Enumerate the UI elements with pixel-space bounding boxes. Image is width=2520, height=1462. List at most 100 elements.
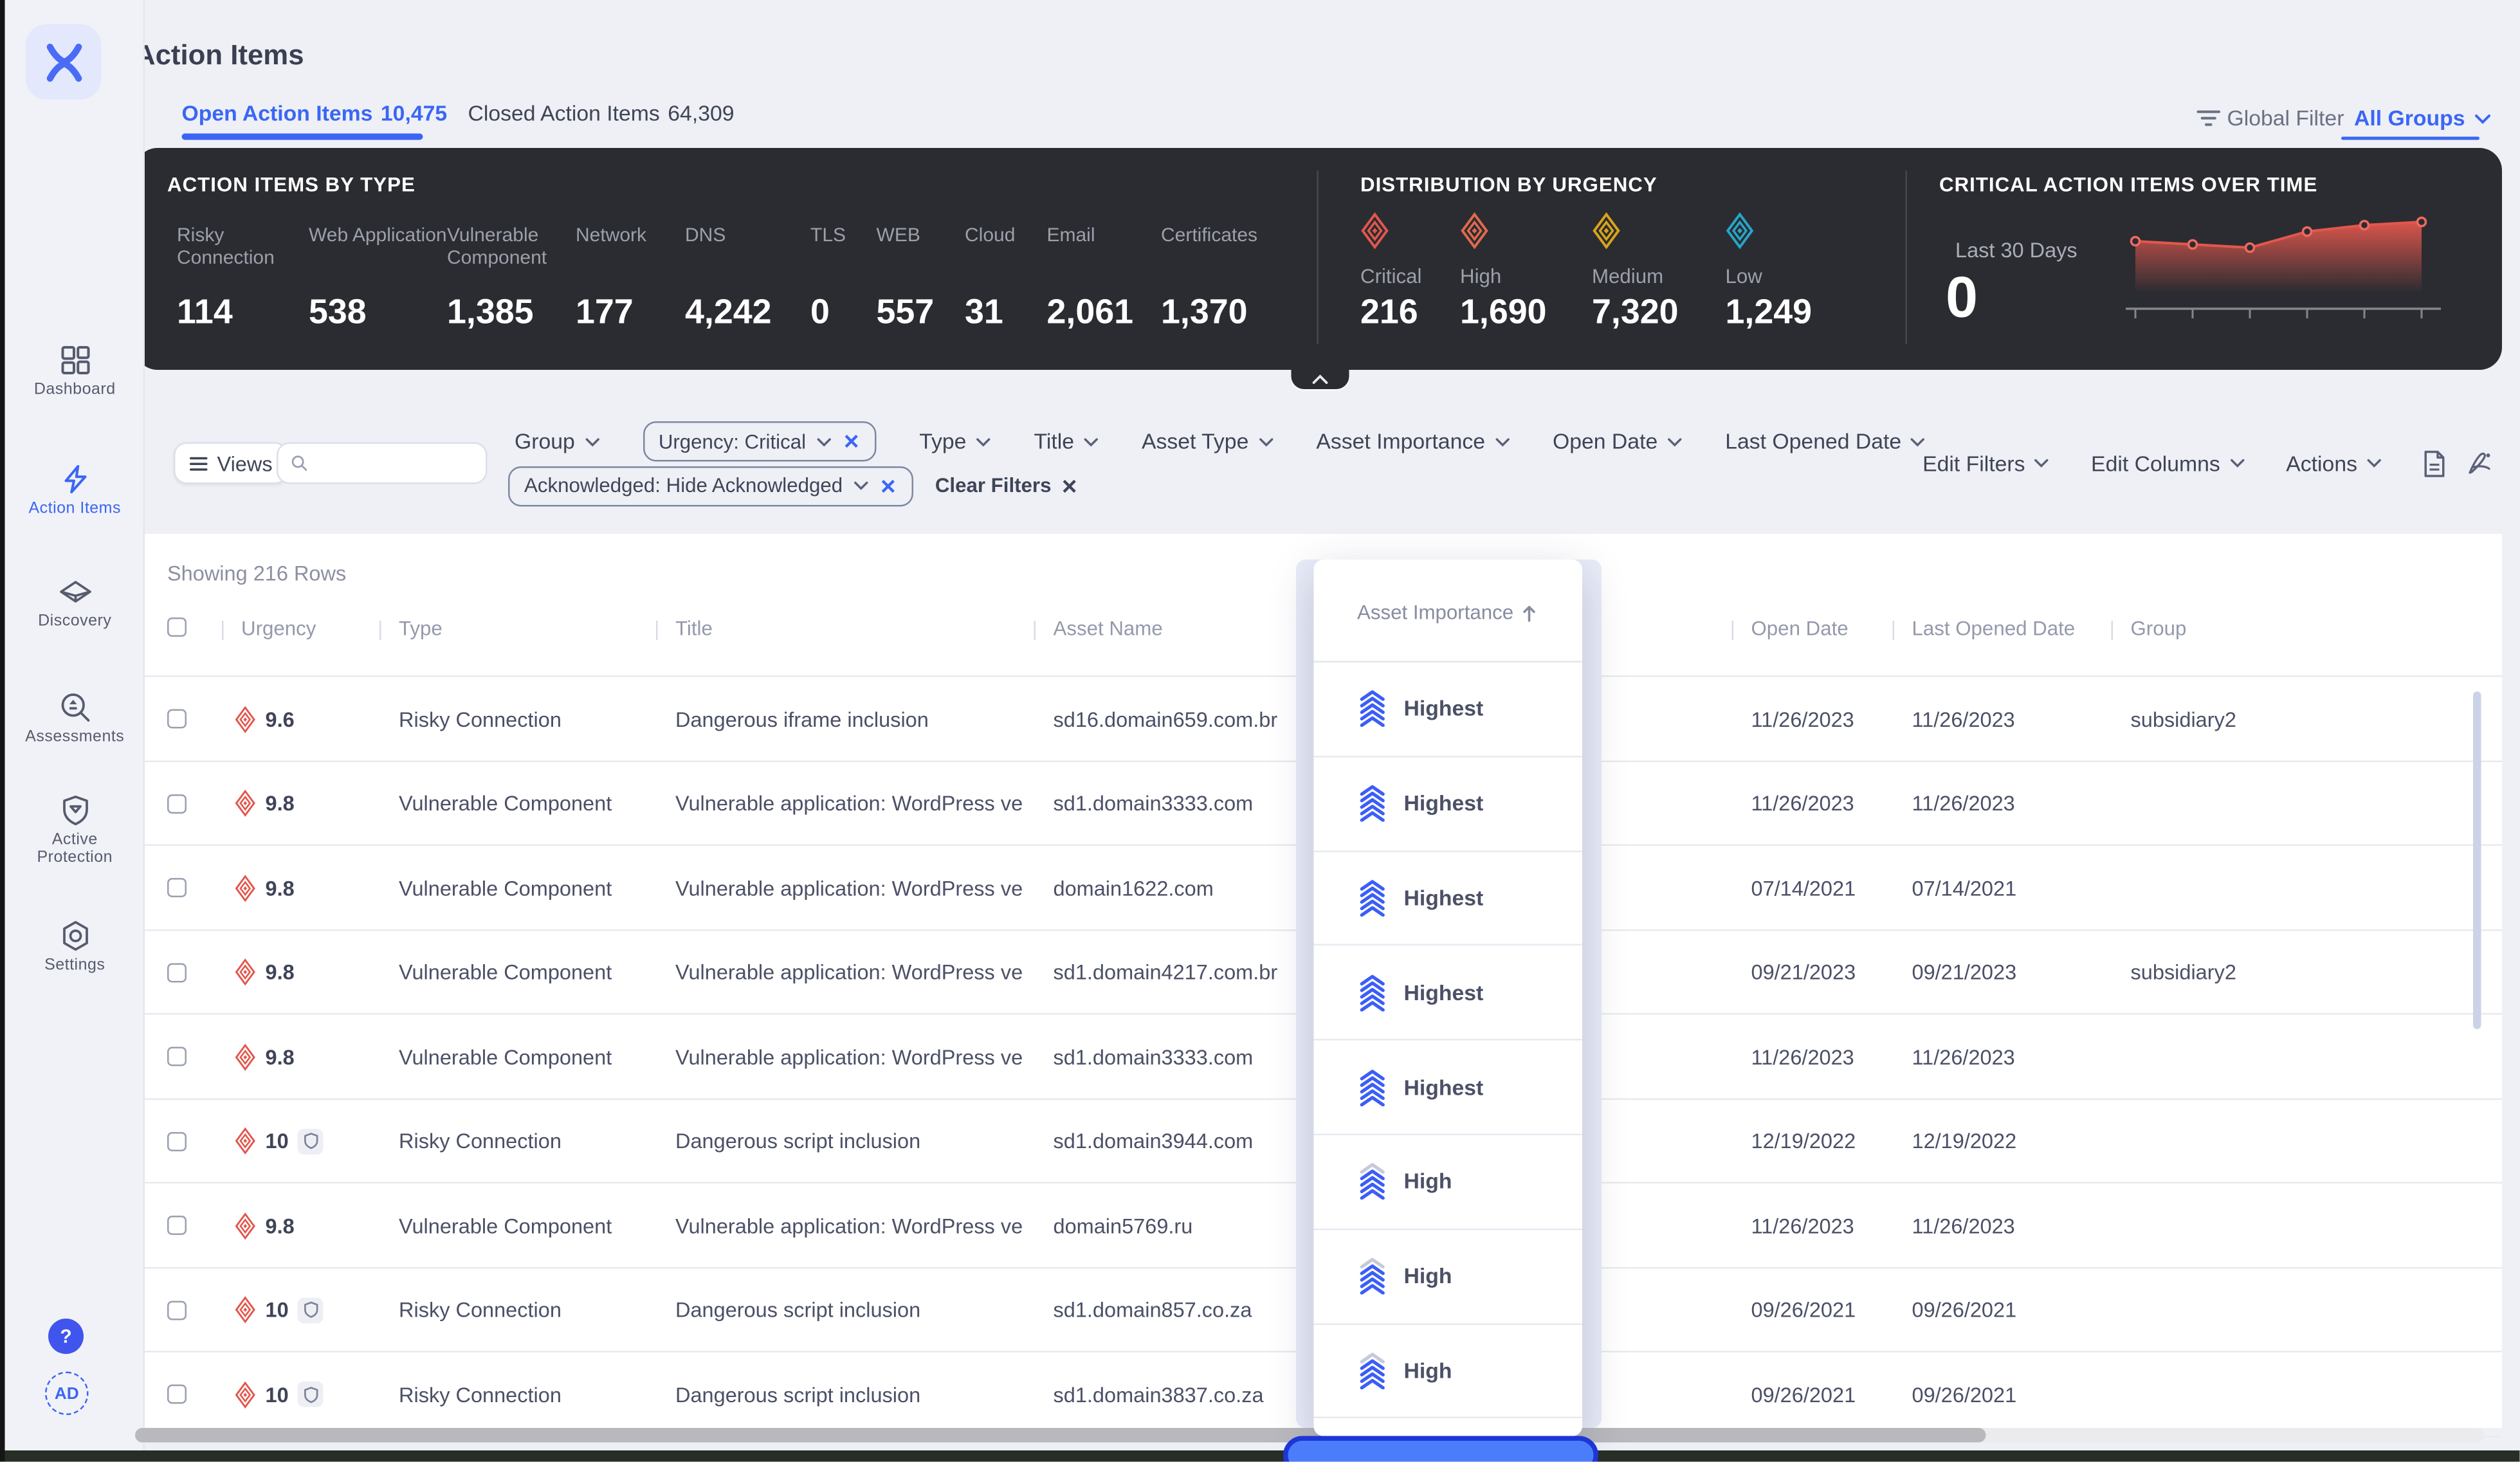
sidebar-item-label: Discovery [38, 612, 112, 631]
app-logo[interactable] [26, 24, 102, 100]
row-checkbox[interactable] [167, 793, 187, 813]
column-header-title[interactable]: Title [675, 617, 713, 640]
critical-diamond-icon [235, 790, 255, 818]
tab-open-action-items[interactable]: Open Action Items 10,475 [182, 102, 448, 126]
global-filter-select[interactable]: All Groups [2354, 106, 2491, 131]
asset-importance-cell[interactable]: Highest [1313, 662, 1582, 757]
filter-dropdown-asset-importance[interactable]: Asset Importance [1316, 430, 1509, 453]
row-checkbox[interactable] [167, 1384, 187, 1404]
column-header-open-date[interactable]: Open Date [1751, 617, 1849, 640]
filter-dropdown-last-opened-date[interactable]: Last Opened Date [1725, 429, 1926, 454]
importance-chevrons-icon [1360, 1069, 1385, 1106]
chevron-down-icon [2367, 459, 2381, 468]
filter-dropdown-title[interactable]: Title [1034, 430, 1098, 453]
filter-dropdown-type[interactable]: Type [919, 430, 991, 453]
cell-asset-name[interactable]: sd1.domain3333.com [1054, 1015, 1327, 1099]
cell-last-opened-date: 12/19/2022 [1912, 1129, 2017, 1154]
filter-dropdown-group[interactable]: Group [515, 430, 599, 453]
select-all-checkbox[interactable] [167, 617, 187, 637]
cell-asset-name[interactable]: domain5769.ru [1054, 1183, 1327, 1268]
help-button[interactable]: ? [48, 1319, 84, 1354]
horizontal-scrollbar-thumb[interactable] [135, 1428, 1986, 1443]
chip-acknowledged[interactable]: Acknowledged: Hide Acknowledged ✕ [508, 465, 913, 506]
cell-asset-name[interactable]: sd1.domain3333.com [1054, 762, 1327, 846]
importance-label: Highest [1403, 791, 1484, 816]
row-checkbox[interactable] [167, 1046, 187, 1066]
vertical-scrollbar-thumb[interactable] [2473, 691, 2481, 1029]
type-stat-value: 538 [309, 293, 367, 331]
cell-last-opened-date: 09/26/2021 [1912, 1298, 2017, 1322]
asset-importance-cell[interactable]: Highest [1313, 852, 1582, 946]
column-header-last-opened-date[interactable]: Last Opened Date [1912, 617, 2076, 640]
export-csv-button[interactable] [2424, 450, 2446, 477]
cell-open-date: 11/26/2023 [1751, 791, 1854, 816]
views-button[interactable]: Views [174, 442, 289, 484]
urgency-value: 10 [265, 1129, 289, 1154]
filter-dropdown-asset-type[interactable]: Asset Type [1142, 430, 1273, 453]
sort-ascending-icon [1523, 605, 1536, 621]
urgency-value: 9.6 [265, 707, 295, 731]
table-actions-menu: Edit Filters Edit Columns Actions [1922, 443, 2492, 484]
actions-menu[interactable]: Actions [2286, 451, 2381, 475]
protected-badge [298, 1382, 324, 1408]
edit-filters-menu[interactable]: Edit Filters [1922, 451, 2049, 475]
cell-type: Vulnerable Component [399, 1045, 612, 1069]
by-urgency-title: DISTRIBUTION BY URGENCY [1360, 174, 1657, 196]
avatar[interactable]: AD [45, 1371, 89, 1415]
type-stat: Network 177 [576, 224, 685, 357]
column-header-urgency[interactable]: Urgency [241, 617, 316, 640]
column-header-group[interactable]: Group [2131, 617, 2187, 640]
sidebar-item-dashboard[interactable]: Dashboard [5, 344, 145, 399]
urgency-stat-value: 1,249 [1725, 293, 1812, 331]
asset-importance-cell[interactable]: Highest [1313, 946, 1582, 1041]
type-stat-label: Certificates [1161, 223, 1258, 246]
row-checkbox[interactable] [167, 962, 187, 982]
row-checkbox[interactable] [167, 1216, 187, 1235]
asset-importance-cell[interactable]: High [1313, 1324, 1582, 1419]
cell-asset-name[interactable]: sd16.domain659.com.br [1054, 677, 1327, 762]
sidebar-item-action-items[interactable]: Action Items [5, 463, 145, 518]
collapse-stats-button[interactable] [1291, 370, 1349, 389]
cell-asset-name[interactable]: sd1.domain3837.co.za [1054, 1353, 1327, 1437]
chip-remove-icon[interactable]: ✕ [843, 430, 860, 453]
divider [1317, 170, 1319, 344]
filter-row-2: Acknowledged: Hide Acknowledged ✕ Clear … [508, 465, 1078, 507]
chip-urgency-critical[interactable]: Urgency: Critical ✕ [642, 421, 876, 462]
chevron-up-icon [1312, 374, 1328, 384]
cell-group [2131, 1183, 2324, 1268]
column-header-type[interactable]: Type [399, 617, 443, 640]
filter-dropdown-label: Last Opened Date [1725, 429, 1902, 454]
row-checkbox[interactable] [167, 709, 187, 729]
column-separator [1731, 621, 1733, 640]
cell-title: Vulnerable application: WordPress ve [675, 1045, 1023, 1069]
cell-asset-name[interactable]: sd1.domain4217.com.br [1054, 930, 1327, 1014]
asset-importance-cell[interactable]: High [1313, 1135, 1582, 1230]
urgency-diamond-icon [1461, 212, 1488, 250]
cell-title: Vulnerable application: WordPress ve [675, 1213, 1023, 1238]
asset-importance-cell[interactable]: High [1313, 1230, 1582, 1324]
sidebar-item-active-protection[interactable]: Active Protection [5, 794, 145, 867]
search-input[interactable] [317, 450, 473, 476]
cell-asset-name[interactable]: domain1622.com [1054, 846, 1327, 930]
row-checkbox[interactable] [167, 1300, 187, 1320]
sidebar-item-settings[interactable]: Settings [5, 920, 145, 974]
sidebar-item-assessments[interactable]: Assessments [5, 691, 145, 746]
asset-importance-cell[interactable]: Highest [1313, 1041, 1582, 1135]
asset-importance-header[interactable]: Asset Importance [1313, 560, 1582, 662]
cell-asset-name[interactable]: sd1.domain3944.com [1054, 1099, 1327, 1183]
cell-type: Vulnerable Component [399, 791, 612, 816]
cell-asset-name[interactable]: sd1.domain857.co.za [1054, 1268, 1327, 1352]
row-checkbox[interactable] [167, 878, 187, 897]
row-checkbox[interactable] [167, 1131, 187, 1151]
export-pdf-button[interactable] [2467, 450, 2492, 476]
tab-closed-action-items[interactable]: Closed Action Items 64,309 [468, 102, 735, 126]
chip-remove-icon[interactable]: ✕ [880, 473, 897, 498]
urgency-value: 10 [265, 1298, 289, 1322]
filter-dropdown-open-date[interactable]: Open Date [1553, 430, 1682, 453]
asset-importance-cell[interactable]: Highest [1313, 757, 1582, 852]
clear-filters-button[interactable]: Clear Filters ✕ [935, 473, 1078, 498]
column-header-asset-name[interactable]: Asset Name [1054, 617, 1163, 640]
sidebar-item-discovery[interactable]: Discovery [5, 579, 145, 630]
edit-columns-menu[interactable]: Edit Columns [2091, 451, 2244, 475]
urgency-stat: Critical 216 [1360, 212, 1460, 333]
